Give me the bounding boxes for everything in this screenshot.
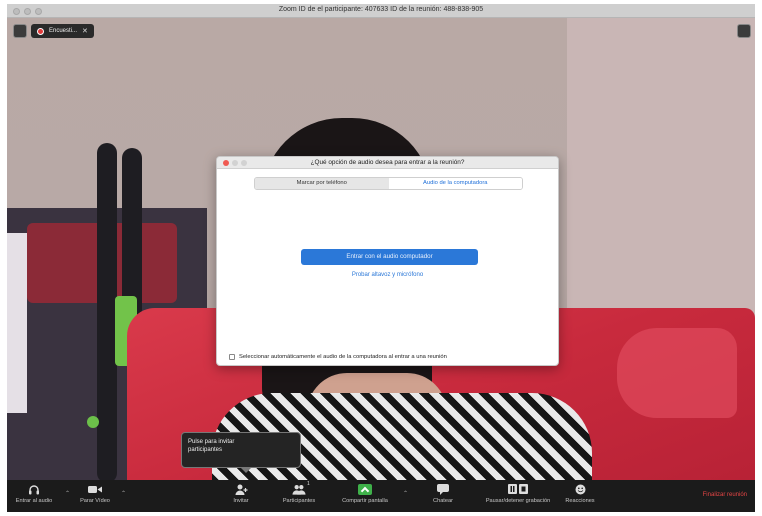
background-bed-fold [617, 328, 737, 418]
invite-person-icon [234, 483, 248, 495]
test-speaker-mic-link[interactable]: Probar altavoz y micrófono [217, 272, 558, 278]
talker-close-icon[interactable]: ✕ [82, 27, 88, 35]
chat-bubble-icon [436, 483, 450, 495]
tab-computer-audio[interactable]: Audio de la computadora [388, 178, 522, 189]
join-audio-button[interactable]: Entrar al audio [9, 483, 59, 511]
participants-button[interactable]: 1 Participantes [275, 481, 323, 511]
stop-video-label: Parar Vídeo [80, 498, 110, 504]
share-arrow [358, 483, 372, 495]
tab-phone-call[interactable]: Marcar por teléfono [255, 178, 389, 189]
invite-button[interactable]: Invitar [224, 483, 258, 511]
background-wall [567, 18, 755, 318]
fullscreen-icon[interactable] [737, 24, 751, 38]
meeting-info-icon[interactable] [13, 24, 27, 38]
auto-join-label: Seleccionar automáticamente el audio de … [239, 354, 447, 360]
window-title: Zoom ID de el participante: 407633 ID de… [278, 6, 484, 13]
audio-tabs: Marcar por teléfono Audio de la computad… [254, 177, 523, 190]
participants-icon: 1 [292, 481, 310, 495]
share-screen-label: Compartir pantalla [342, 498, 388, 504]
video-camera-icon [88, 483, 102, 495]
video-options-caret[interactable]: ⌃ [121, 490, 126, 497]
window-titlebar: Zoom ID de el participante: 407633 ID de… [7, 4, 755, 18]
recording-dot-icon [37, 27, 44, 35]
headphones-icon [27, 483, 41, 495]
share-options-caret[interactable]: ⌃ [403, 490, 408, 497]
chat-button[interactable]: Chatear [429, 483, 457, 511]
tooltip-text: Pulse para invitar participantes [188, 439, 235, 453]
stop-video-button[interactable]: Parar Vídeo [73, 483, 117, 511]
reactions-label: Reacciones [565, 498, 595, 504]
audio-options-dialog: ¿Qué opción de audio desea para entrar a… [216, 156, 559, 366]
end-meeting-button[interactable]: Finalizar reunión [703, 492, 747, 498]
reactions-button[interactable]: Reacciones [562, 483, 598, 511]
active-talker-pill[interactable]: Encuesti... ✕ [31, 24, 94, 38]
chat-label: Chatear [433, 498, 453, 504]
background-pole [97, 143, 117, 480]
pause-stop-recording-button[interactable]: Pausar/detener grabación [485, 483, 551, 511]
video-top-controls: Encuesti... ✕ [13, 24, 94, 38]
background-green-dot [87, 416, 99, 428]
dialog-titlebar: ¿Qué opción de audio desea para entrar a… [217, 157, 558, 169]
meeting-toolbar: Entrar al audio ⌃ Parar Vídeo ⌃ Invitar … [7, 480, 755, 512]
audio-options-caret[interactable]: ⌃ [65, 490, 70, 497]
participants-count: 1 [307, 481, 310, 487]
tooltip-arrow [240, 467, 252, 473]
zoom-window: Zoom ID de el participante: 407633 ID de… [7, 4, 755, 512]
reactions-icon [573, 483, 587, 495]
share-screen-icon [358, 483, 372, 495]
share-screen-button[interactable]: Compartir pantalla [340, 483, 390, 511]
pause-stop-recording-label: Pausar/detener grabación [485, 498, 551, 504]
auto-join-checkbox[interactable] [229, 354, 235, 360]
join-with-computer-audio-button[interactable]: Entrar con el audio computador [301, 249, 478, 265]
dialog-title: ¿Qué opción de audio desea para entrar a… [310, 159, 465, 166]
record-pause-stop-icon [507, 483, 529, 495]
invite-label: Invitar [233, 498, 249, 504]
background-panel [7, 233, 27, 413]
participants-label: Participantes [282, 498, 316, 504]
auto-join-audio-option[interactable]: Seleccionar automáticamente el audio de … [229, 354, 447, 360]
invite-tooltip: Pulse para invitar participantes [181, 432, 301, 473]
talker-name: Encuesti... [49, 28, 78, 34]
join-audio-label: Entrar al audio [15, 498, 53, 504]
